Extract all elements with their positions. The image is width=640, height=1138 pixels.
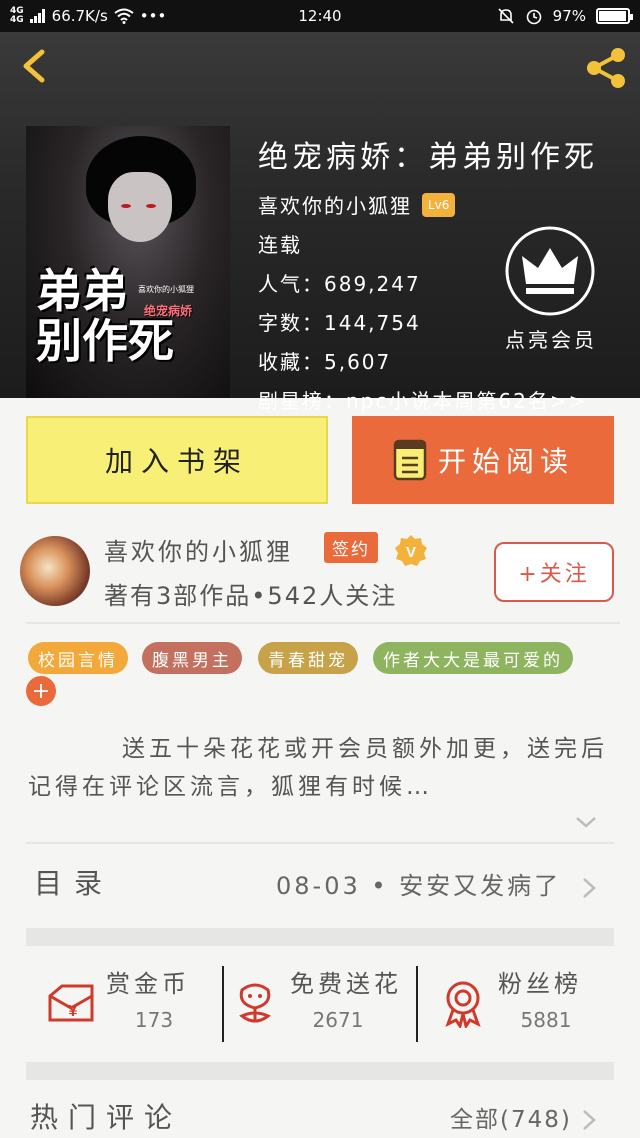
expand-chevron-icon[interactable] xyxy=(574,812,598,832)
level-badge: Lv6 xyxy=(422,192,456,217)
share-button[interactable] xyxy=(582,44,630,92)
verified-icon: V xyxy=(395,535,427,566)
start-reading-button[interactable]: 开始阅读 xyxy=(352,416,614,504)
battery-icon xyxy=(596,8,633,24)
tag-item[interactable]: 腹黑男主 xyxy=(142,642,242,674)
book-ranking[interactable]: 剧星榜：npc小说本周第62名>> xyxy=(258,385,638,414)
book-cover[interactable]: 喜欢你的小狐狸 绝宠病娇 弟弟 别作死 xyxy=(26,126,230,398)
book-synopsis[interactable]: 送五十朵花花或开会员额外加更，送完后记得在评论区流言，狐狸有时候… xyxy=(28,730,608,806)
book-header: 喜欢你的小狐狸 绝宠病娇 弟弟 别作死 绝宠病娇：弟弟别作死 喜欢你的小狐狸 L… xyxy=(0,32,640,413)
latest-chapter[interactable]: 08-03 • 安安又发病了 xyxy=(276,866,561,901)
divider xyxy=(26,622,620,624)
follow-button[interactable]: +关注 xyxy=(494,542,614,602)
reward-gold-coin[interactable]: ¥ 赏金币 173 xyxy=(46,960,216,1046)
network-type: 4G 4G xyxy=(10,6,24,25)
add-tag-button[interactable]: + xyxy=(26,676,56,706)
divider xyxy=(26,842,614,844)
medal-icon xyxy=(445,981,481,1028)
chevron-right-icon[interactable] xyxy=(580,1108,598,1132)
status-bar: 4G 4G 66.7K/s ••• 12:40 97% xyxy=(0,0,640,32)
chevron-right-icon[interactable] xyxy=(580,876,598,900)
vip-label[interactable]: 点亮会员 xyxy=(486,324,616,353)
book-title: 绝宠病娇：弟弟别作死 xyxy=(258,140,598,175)
signed-badge: 签约 xyxy=(324,532,378,563)
more-indicator: ••• xyxy=(139,7,167,25)
reward-send-flower[interactable]: 免费送花 2671 xyxy=(230,960,414,1046)
svg-text:¥: ¥ xyxy=(69,1003,78,1020)
crown-icon[interactable] xyxy=(500,226,600,316)
battery-percent: 97% xyxy=(552,7,586,25)
cover-title: 弟弟 别作死 xyxy=(36,264,174,368)
tag-item[interactable]: 青春甜宠 xyxy=(258,642,358,674)
svg-text:V: V xyxy=(406,544,416,561)
author-name[interactable]: 喜欢你的小狐狸 xyxy=(104,532,293,567)
gold-coin-envelope-icon: ¥ xyxy=(48,984,94,1022)
section-gap xyxy=(26,1062,614,1080)
alarm-icon xyxy=(526,9,541,25)
tag-item[interactable]: 作者大大是最可爱的 xyxy=(373,642,573,674)
hot-comments-label: 热门评论 xyxy=(30,1101,183,1134)
tag-item[interactable]: 校园言情 xyxy=(28,642,128,674)
flower-icon xyxy=(239,983,271,1023)
catalog-label[interactable]: 目录 xyxy=(34,862,114,902)
mute-icon xyxy=(498,8,514,24)
author-avatar[interactable] xyxy=(20,536,90,606)
signal-icon xyxy=(29,9,45,23)
network-speed: 66.7K/s xyxy=(51,7,108,25)
reward-fan-ranking[interactable]: 粉丝榜 5881 xyxy=(438,960,614,1046)
book-icon xyxy=(393,439,427,481)
section-gap xyxy=(26,928,614,946)
add-to-shelf-button[interactable]: 加入书架 xyxy=(26,416,328,504)
start-reading-label: 开始阅读 xyxy=(437,445,574,478)
back-button[interactable] xyxy=(14,44,58,88)
book-author[interactable]: 喜欢你的小狐狸 xyxy=(258,190,412,219)
wifi-icon xyxy=(114,8,134,24)
author-stats: 著有3部作品•542人关注 xyxy=(104,582,398,610)
all-comments-link[interactable]: 全部(748) xyxy=(450,1100,572,1134)
